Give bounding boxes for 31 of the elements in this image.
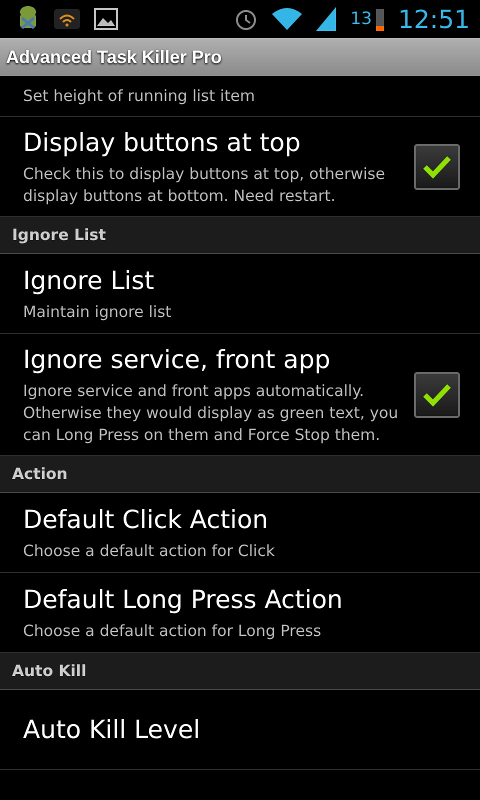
image-icon	[94, 8, 118, 30]
setting-summary: Maintain ignore list	[23, 302, 172, 323]
setting-item[interactable]: Default Click Action Choose a default action for Click	[0, 493, 480, 573]
wifi-icon	[272, 8, 302, 30]
battery-percent: 13	[350, 9, 372, 29]
setting-summary: Set height of running list item	[23, 86, 256, 107]
setting-summary: Ignore service and front apps automatically. Otherwise they would display as green text, you can Long Press on them and Force Stop them.	[23, 381, 400, 446]
battery-icon	[376, 7, 384, 31]
setting-title: Ignore List	[23, 265, 156, 297]
checkmark-icon	[422, 382, 452, 408]
setting-title: Auto Kill Level	[23, 714, 202, 746]
setting-summary: Choose a default action for Click	[23, 541, 276, 562]
setting-item[interactable]: Auto Kill Level	[0, 690, 480, 770]
setting-title: Default Click Action	[23, 504, 270, 536]
section-title: Action	[12, 465, 68, 483]
app-title: Advanced Task Killer Pro	[6, 46, 222, 68]
setting-summary: Check this to display buttons at top, otherwise display buttons at bottom. Need restart.	[23, 164, 386, 207]
setting-title: Ignore service, front app	[23, 344, 332, 376]
checkbox[interactable]	[414, 372, 460, 418]
setting-title: Default Long Press Action	[23, 584, 344, 616]
section-title: Ignore List	[12, 226, 106, 244]
setting-item[interactable]: Ignore List Maintain ignore list	[0, 254, 480, 334]
checkmark-icon	[422, 154, 452, 180]
clock: 12:51	[398, 4, 470, 34]
signal-icon	[316, 7, 336, 31]
setting-summary: Choose a default action for Long Press	[23, 621, 322, 642]
alarm-clock-icon	[234, 7, 258, 31]
setting-title: Display buttons at top	[23, 127, 302, 159]
wifi-notification-icon	[54, 9, 80, 29]
section-title: Auto Kill	[12, 662, 86, 680]
checkbox[interactable]	[414, 144, 460, 190]
